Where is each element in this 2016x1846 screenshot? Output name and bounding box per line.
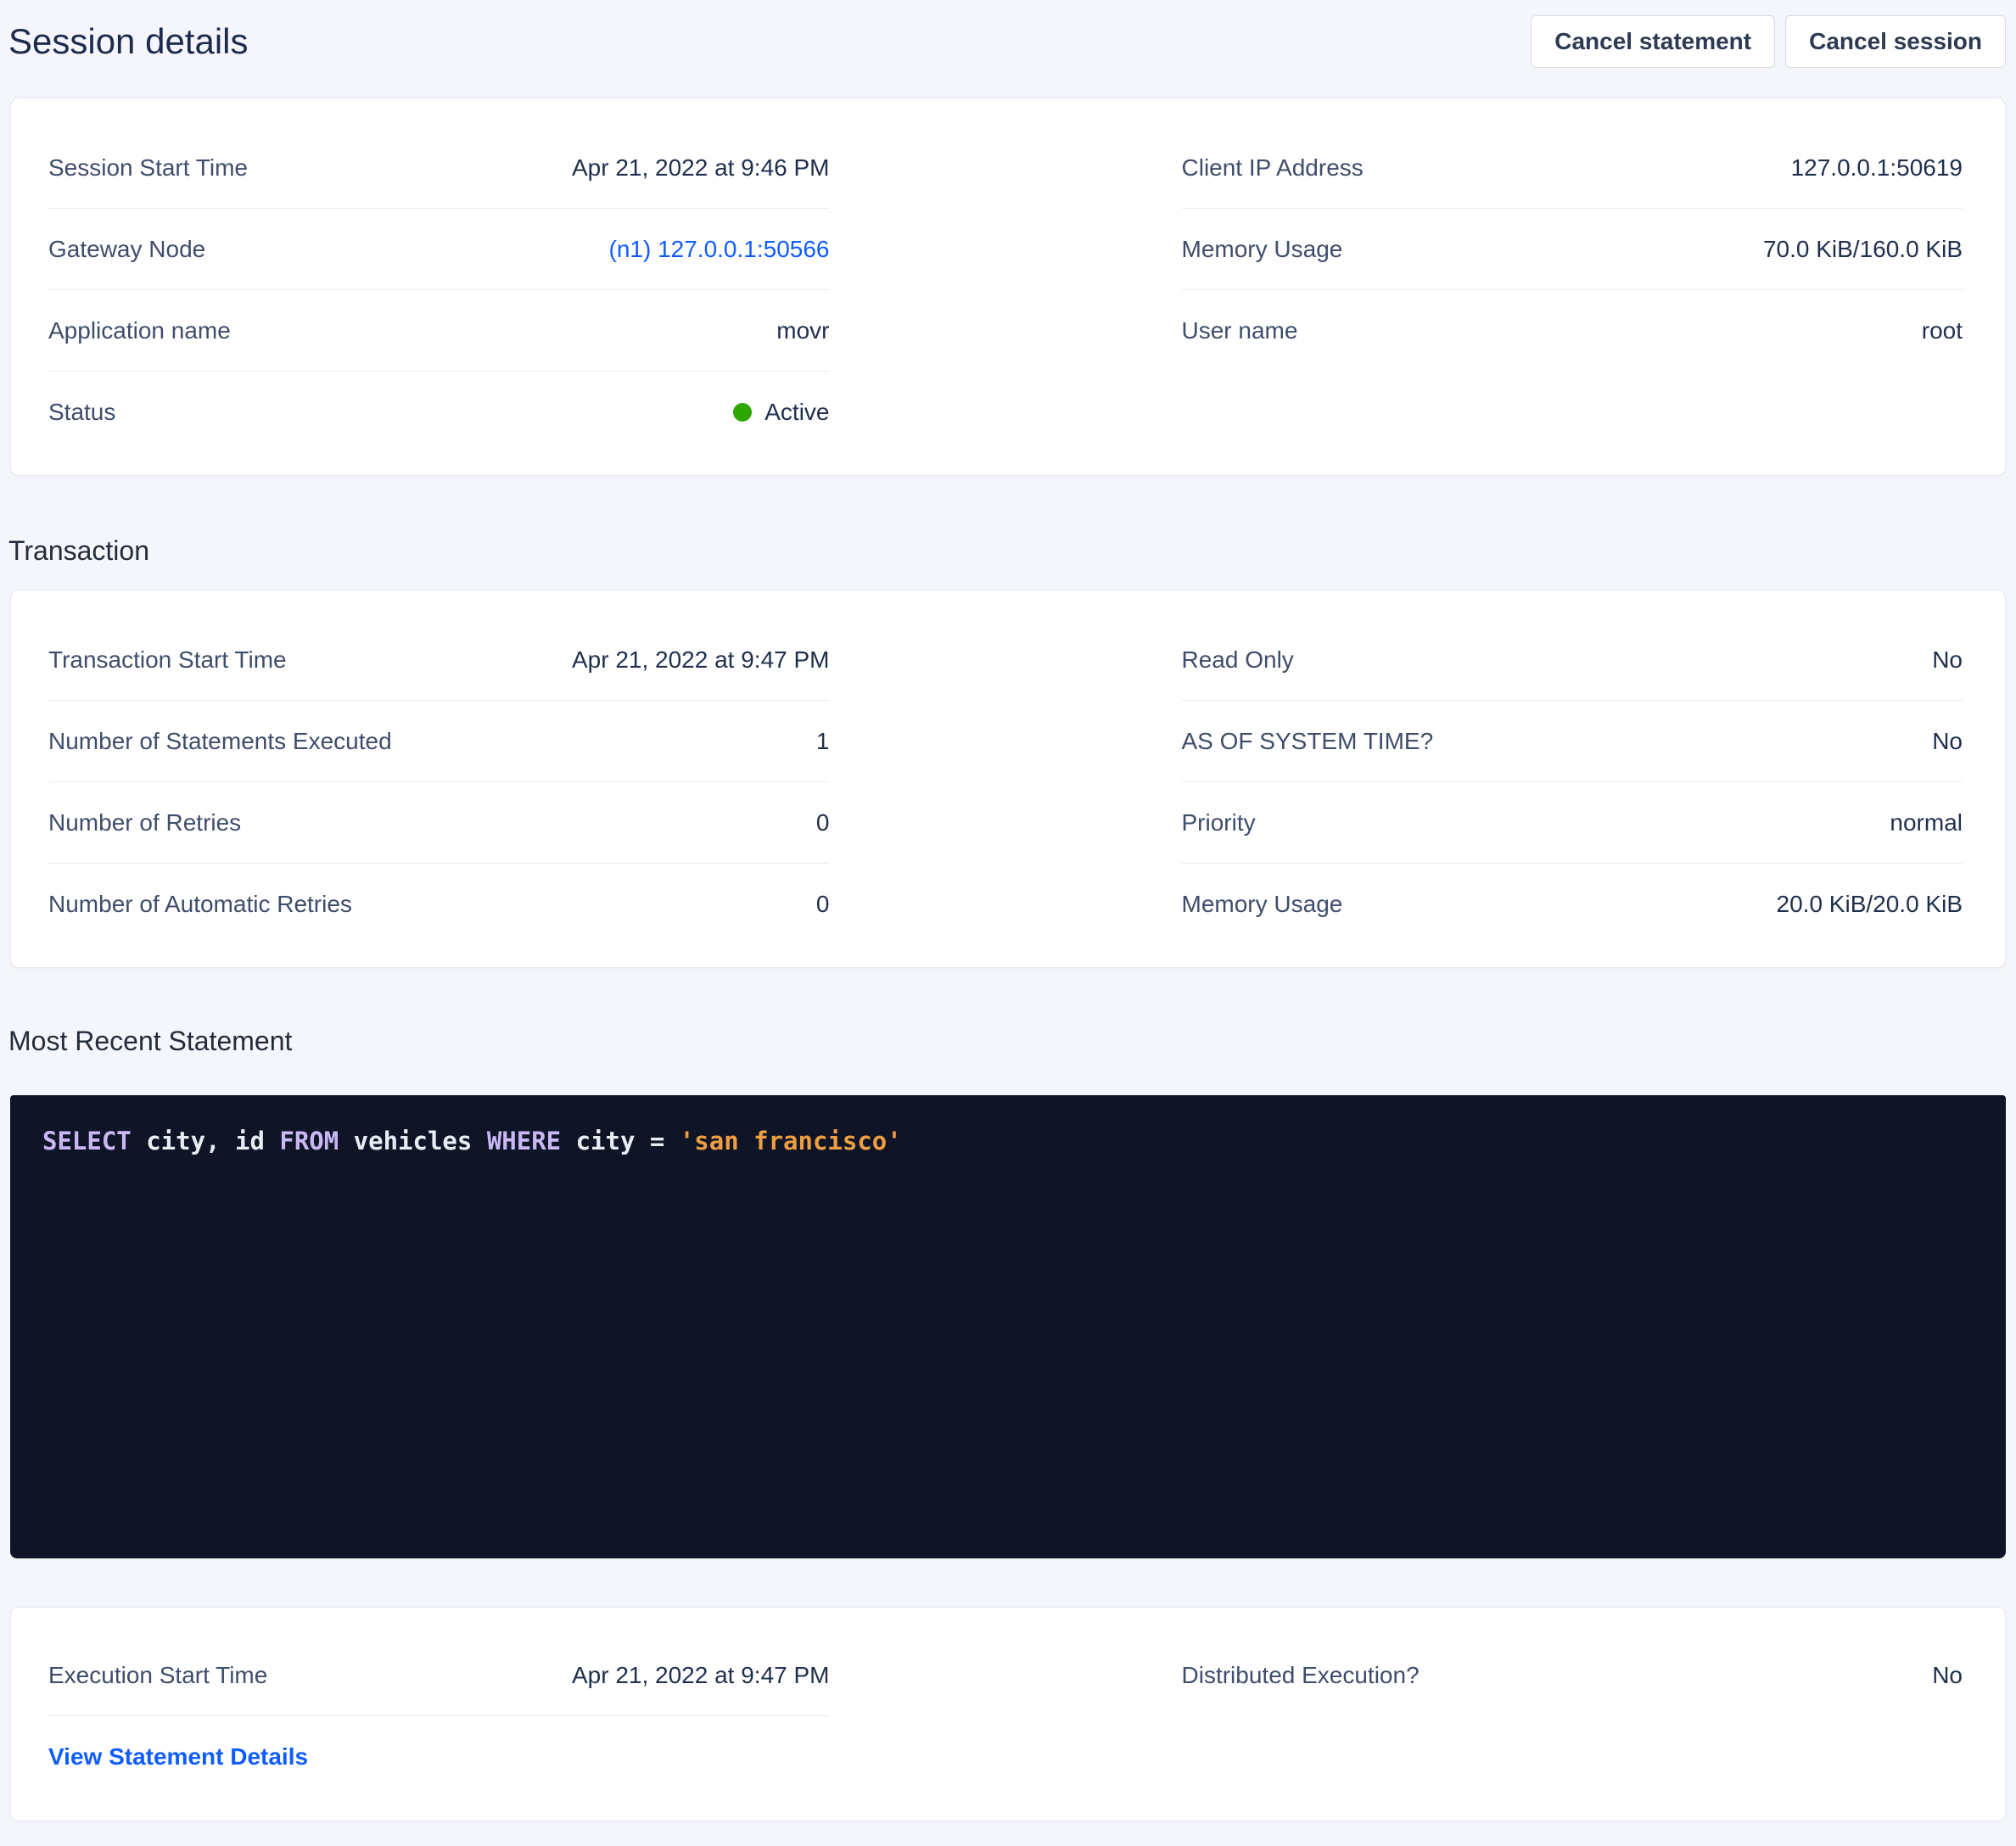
transaction-card: Transaction Start Time Apr 21, 2022 at 9… bbox=[10, 590, 2006, 968]
row-gateway-node: Gateway Node (n1) 127.0.0.1:50566 bbox=[48, 209, 830, 290]
row-read-only: Read Only No bbox=[1182, 619, 1963, 701]
row-client-ip-address: Client IP Address 127.0.0.1:50619 bbox=[1182, 127, 1963, 209]
sql-code-block: SELECT city, id FROM vehicles WHERE city… bbox=[10, 1095, 2006, 1558]
transaction-left-column: Transaction Start Time Apr 21, 2022 at 9… bbox=[48, 619, 830, 945]
row-distributed-execution: Distributed Execution? No bbox=[1182, 1635, 1963, 1716]
cancel-session-button[interactable]: Cancel session bbox=[1785, 15, 2006, 68]
detail-value: 20.0 KiB/20.0 KiB bbox=[1777, 891, 1963, 918]
detail-label: Session Start Time bbox=[48, 154, 248, 182]
row-statements-executed: Number of Statements Executed 1 bbox=[48, 701, 830, 782]
detail-value: 1 bbox=[816, 728, 830, 755]
row-application-name: Application name movr bbox=[48, 290, 830, 372]
sql-text: city = bbox=[561, 1127, 680, 1155]
detail-value: Apr 21, 2022 at 9:47 PM bbox=[572, 646, 830, 674]
detail-label: Gateway Node bbox=[48, 236, 205, 263]
page-title: Session details bbox=[8, 22, 249, 61]
row-execution-start-time: Execution Start Time Apr 21, 2022 at 9:4… bbox=[48, 1635, 830, 1716]
sql-string-literal: 'san francisco' bbox=[680, 1127, 902, 1155]
execution-right-column: Distributed Execution? No bbox=[1182, 1635, 1963, 1798]
row-memory-usage-transaction: Memory Usage 20.0 KiB/20.0 KiB bbox=[1182, 864, 1963, 945]
detail-label: Number of Automatic Retries bbox=[48, 891, 352, 918]
detail-label: Transaction Start Time bbox=[48, 646, 287, 674]
row-as-of-system-time: AS OF SYSTEM TIME? No bbox=[1182, 701, 1963, 782]
detail-value: 0 bbox=[816, 891, 830, 918]
detail-value: movr bbox=[776, 317, 829, 344]
row-transaction-start-time: Transaction Start Time Apr 21, 2022 at 9… bbox=[48, 619, 830, 701]
detail-value: normal bbox=[1890, 809, 1963, 836]
detail-label: Distributed Execution? bbox=[1182, 1662, 1420, 1689]
sql-statement: SELECT city, id FROM vehicles WHERE city… bbox=[42, 1127, 902, 1155]
session-summary-right-column: Client IP Address 127.0.0.1:50619 Memory… bbox=[1182, 127, 1963, 453]
transaction-right-column: Read Only No AS OF SYSTEM TIME? No Prior… bbox=[1182, 619, 1963, 945]
detail-label: Execution Start Time bbox=[48, 1662, 267, 1689]
detail-label: Application name bbox=[48, 317, 231, 344]
detail-value: No bbox=[1932, 1662, 1963, 1689]
detail-label: Memory Usage bbox=[1182, 891, 1343, 918]
transaction-section-heading: Transaction bbox=[8, 537, 2016, 564]
detail-value: No bbox=[1932, 728, 1963, 755]
sql-keyword: WHERE bbox=[487, 1127, 561, 1155]
row-automatic-retries: Number of Automatic Retries 0 bbox=[48, 864, 830, 945]
sql-text: vehicles bbox=[339, 1127, 487, 1155]
row-status: Status Active bbox=[48, 372, 830, 453]
row-user-name: User name root bbox=[1182, 290, 1963, 372]
row-priority: Priority normal bbox=[1182, 782, 1963, 864]
session-details-page: Session details Cancel statement Cancel … bbox=[0, 0, 2016, 1846]
detail-value: 127.0.0.1:50619 bbox=[1791, 154, 1963, 182]
detail-value: Apr 21, 2022 at 9:47 PM bbox=[572, 1662, 830, 1689]
row-view-statement-details: View Statement Details bbox=[48, 1716, 830, 1798]
detail-value: 70.0 KiB/160.0 KiB bbox=[1763, 236, 1963, 263]
detail-value: Apr 21, 2022 at 9:46 PM bbox=[572, 154, 830, 182]
detail-value: 0 bbox=[816, 809, 830, 836]
toolbar: Cancel statement Cancel session bbox=[1531, 15, 2006, 68]
cancel-statement-button[interactable]: Cancel statement bbox=[1531, 15, 1775, 68]
most-recent-statement-heading: Most Recent Statement bbox=[8, 1027, 2016, 1054]
detail-label: Read Only bbox=[1182, 646, 1294, 674]
sql-keyword: FROM bbox=[279, 1127, 339, 1155]
detail-value: root bbox=[1922, 317, 1963, 344]
session-summary-card: Session Start Time Apr 21, 2022 at 9:46 … bbox=[10, 98, 2006, 476]
detail-label: Memory Usage bbox=[1182, 236, 1343, 263]
detail-label: Number of Statements Executed bbox=[48, 728, 392, 755]
status-active-dot-icon bbox=[733, 403, 752, 422]
gateway-node-link[interactable]: (n1) 127.0.0.1:50566 bbox=[609, 236, 830, 263]
page-header: Session details Cancel statement Cancel … bbox=[0, 0, 2016, 68]
row-retries: Number of Retries 0 bbox=[48, 782, 830, 864]
execution-card: Execution Start Time Apr 21, 2022 at 9:4… bbox=[10, 1607, 2006, 1821]
session-summary-left-column: Session Start Time Apr 21, 2022 at 9:46 … bbox=[48, 127, 830, 453]
sql-text: city, id bbox=[132, 1127, 280, 1155]
status-badge: Active bbox=[733, 399, 829, 426]
detail-label: Priority bbox=[1182, 809, 1256, 836]
detail-value: No bbox=[1932, 646, 1963, 674]
status-value: Active bbox=[764, 399, 829, 426]
detail-label: Number of Retries bbox=[48, 809, 241, 836]
execution-left-column: Execution Start Time Apr 21, 2022 at 9:4… bbox=[48, 1635, 830, 1798]
detail-label: Client IP Address bbox=[1182, 154, 1364, 182]
row-session-start-time: Session Start Time Apr 21, 2022 at 9:46 … bbox=[48, 127, 830, 209]
sql-keyword: SELECT bbox=[42, 1127, 132, 1155]
detail-label: AS OF SYSTEM TIME? bbox=[1182, 728, 1434, 755]
view-statement-details-link[interactable]: View Statement Details bbox=[48, 1743, 308, 1770]
detail-label: Status bbox=[48, 399, 115, 426]
detail-label: User name bbox=[1182, 317, 1298, 344]
row-memory-usage-session: Memory Usage 70.0 KiB/160.0 KiB bbox=[1182, 209, 1963, 290]
